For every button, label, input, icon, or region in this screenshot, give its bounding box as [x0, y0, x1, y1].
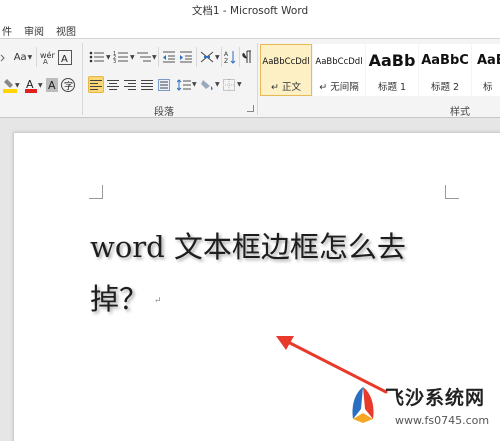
site-watermark: 飞沙系统网 www.fs0745.com — [343, 381, 500, 441]
watermark-url: www.fs0745.com — [395, 414, 490, 427]
annotation-arrow-icon — [276, 336, 388, 394]
watermark-name: 飞沙系统网 — [385, 387, 486, 409]
watermark-logo-icon — [352, 387, 374, 423]
